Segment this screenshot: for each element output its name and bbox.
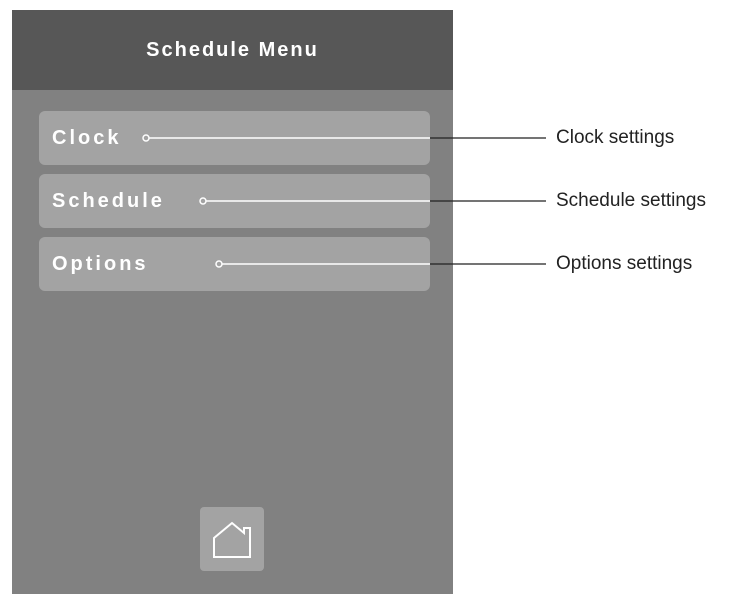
clock-settings-callout: Clock settings <box>556 127 675 148</box>
clock-button[interactable]: Clock <box>39 111 430 165</box>
clock-button-label: Clock <box>52 126 122 149</box>
options-button[interactable]: Options <box>39 237 430 291</box>
schedule-button[interactable]: Schedule <box>39 174 430 228</box>
schedule-button-label: Schedule <box>52 189 165 212</box>
home-icon <box>213 521 251 558</box>
device-screen: Schedule Menu Clock Schedule Options <box>12 10 453 594</box>
schedule-settings-callout: Schedule settings <box>556 190 706 211</box>
options-settings-callout: Options settings <box>556 253 693 274</box>
options-button-label: Options <box>52 252 149 275</box>
page-title: Schedule Menu <box>146 38 319 61</box>
title-bar: Schedule Menu <box>12 10 453 90</box>
home-button[interactable] <box>200 507 264 571</box>
